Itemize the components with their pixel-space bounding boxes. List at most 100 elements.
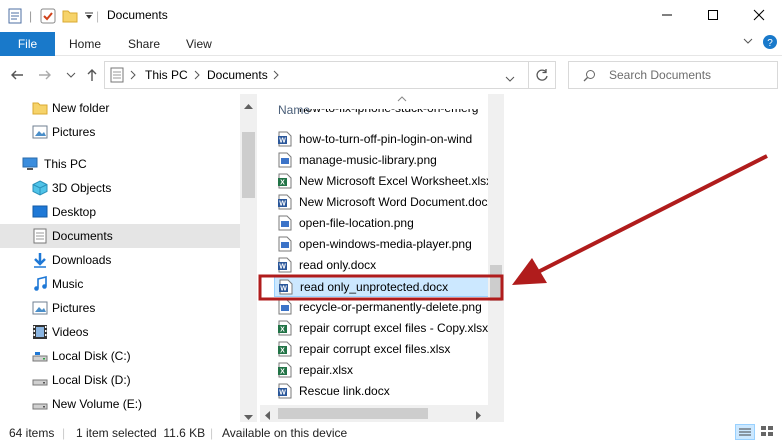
file-list-hscrollbar[interactable] xyxy=(260,405,488,422)
breadcrumb-chevron-icon[interactable] xyxy=(130,69,136,83)
nav-item-label: Local Disk (D:) xyxy=(52,373,131,387)
nav-item-new-volume-e[interactable]: New Volume (E:) xyxy=(0,392,240,416)
pictures-icon xyxy=(32,124,48,140)
file-list-scrollbar[interactable] xyxy=(488,94,504,422)
details-view-button[interactable] xyxy=(735,424,755,440)
recent-locations-button[interactable] xyxy=(62,65,80,85)
minimize-icon xyxy=(662,14,672,16)
minimize-button[interactable] xyxy=(644,0,690,30)
nav-item-local-disk-c[interactable]: Local Disk (C:) xyxy=(0,344,240,368)
maximize-icon xyxy=(708,10,718,20)
list-item[interactable]: Wread only.docx xyxy=(274,255,490,276)
nav-item-documents[interactable]: Documents xyxy=(0,224,240,248)
excel-sheet-icon: X xyxy=(278,362,292,378)
nav-item-pictures[interactable]: Pictures xyxy=(0,120,240,144)
breadcrumb-chevron-icon[interactable] xyxy=(273,69,279,83)
scroll-left-icon[interactable] xyxy=(264,409,270,423)
up-button[interactable] xyxy=(83,65,101,85)
nav-item-new-folder[interactable]: New folder xyxy=(0,96,240,120)
nav-scroll-thumb[interactable] xyxy=(242,132,255,198)
help-icon[interactable]: ? xyxy=(762,34,778,53)
word-doc-icon: W xyxy=(278,257,292,273)
breadcrumb-chevron-icon[interactable] xyxy=(194,69,200,83)
word-doc-icon: W xyxy=(278,194,292,210)
maximize-button[interactable] xyxy=(690,0,736,30)
expand-ribbon-icon[interactable] xyxy=(742,35,754,50)
list-item[interactable]: W Rescue link.docx xyxy=(274,381,490,402)
large-icons-view-icon xyxy=(761,426,773,436)
nav-item-label: Desktop xyxy=(52,205,97,219)
customize-toolbar-icon[interactable] xyxy=(84,6,94,26)
refresh-button[interactable] xyxy=(529,61,556,89)
3d-objects-icon xyxy=(32,180,48,196)
list-item[interactable]: open-windows-media-player.png xyxy=(274,234,490,255)
nav-item-downloads[interactable]: Downloads xyxy=(0,248,240,272)
navigation-pane: New folder Pictures This PC 3D Objects D… xyxy=(0,94,258,422)
pointer-arrow xyxy=(537,154,768,274)
list-item[interactable]: Xrepair corrupt excel files.xlsx xyxy=(274,339,490,360)
checklist-icon[interactable] xyxy=(40,6,56,26)
png-image-icon xyxy=(278,236,292,252)
list-item[interactable]: Xrepair.xlsx xyxy=(274,360,490,381)
nav-item-videos[interactable]: Videos xyxy=(0,320,240,344)
hscroll-thumb[interactable] xyxy=(278,408,428,419)
tab-home[interactable]: Home xyxy=(69,37,101,51)
excel-sheet-icon: X xyxy=(278,320,292,336)
svg-text:W: W xyxy=(280,286,287,293)
scroll-up-icon[interactable] xyxy=(244,98,253,112)
nav-item-local-disk-d[interactable]: Local Disk (D:) xyxy=(0,368,240,392)
tab-share[interactable]: Share xyxy=(128,37,160,51)
tab-view[interactable]: View xyxy=(186,37,212,51)
nav-item-desktop[interactable]: Desktop xyxy=(0,200,240,224)
window-title: Documents xyxy=(107,8,168,22)
pictures-icon xyxy=(32,300,48,316)
word-doc-icon: W xyxy=(278,131,292,147)
svg-text:W: W xyxy=(279,390,286,397)
png-image-icon xyxy=(278,215,292,231)
file-scroll-thumb[interactable] xyxy=(490,265,502,301)
list-item-partial[interactable]: how-to-fix-iphone-stuck-on-emerg xyxy=(274,109,490,117)
file-name: open-windows-media-player.png xyxy=(299,237,472,251)
nav-scrollbar[interactable] xyxy=(240,94,257,422)
nav-item-pictures-2[interactable]: Pictures xyxy=(0,296,240,320)
search-placeholder: Search Documents xyxy=(609,68,712,82)
list-item[interactable]: X New Microsoft Excel Worksheet.xlsx xyxy=(274,171,491,192)
breadcrumb-documents[interactable]: Documents xyxy=(207,68,268,82)
availability-status: Available on this device xyxy=(222,426,348,440)
scroll-right-icon[interactable] xyxy=(476,409,482,423)
nav-item-music[interactable]: Music xyxy=(0,272,240,296)
list-item[interactable]: Whow-to-turn-off-pin-login-on-wind xyxy=(274,129,490,150)
list-item-selected[interactable]: Wread only_unprotected.docx xyxy=(274,276,490,297)
nav-item-label: Videos xyxy=(52,325,89,339)
ribbon-tabs: File Home Share View ? xyxy=(0,32,782,56)
list-item[interactable]: recycle-or-permanently-delete.png xyxy=(274,297,490,318)
downloads-icon xyxy=(32,252,48,268)
list-item[interactable]: manage-music-library.png xyxy=(274,150,490,171)
drive-icon xyxy=(32,396,48,412)
tab-file[interactable]: File xyxy=(0,32,55,56)
nav-item-this-pc[interactable]: This PC xyxy=(0,152,240,176)
status-bar: 64 items | 1 item selected 11.6 KB | Ava… xyxy=(0,422,782,441)
nav-item-3d-objects[interactable]: 3D Objects xyxy=(0,176,240,200)
breadcrumb-this-pc[interactable]: This PC xyxy=(145,68,188,82)
address-history-icon[interactable] xyxy=(505,72,515,86)
nav-item-label: Downloads xyxy=(52,253,112,267)
item-count: 64 items xyxy=(9,426,55,440)
close-button[interactable] xyxy=(736,0,782,30)
address-bar[interactable]: This PC Documents xyxy=(104,61,529,89)
new-folder-icon[interactable] xyxy=(62,6,78,26)
forward-button[interactable] xyxy=(36,65,54,85)
properties-icon[interactable] xyxy=(8,6,22,26)
search-input[interactable]: Search Documents xyxy=(568,61,778,89)
large-icons-view-button[interactable] xyxy=(758,424,778,440)
svg-text:W: W xyxy=(279,201,286,208)
nav-item-label: Pictures xyxy=(52,301,96,315)
forward-arrow-icon xyxy=(39,70,51,80)
refresh-icon xyxy=(536,69,548,81)
list-item[interactable]: W New Microsoft Word Document.docx xyxy=(274,192,491,213)
list-item[interactable]: Xrepair corrupt excel files - Copy.xlsx xyxy=(274,318,490,339)
back-button[interactable] xyxy=(8,65,26,85)
nav-item-label: 3D Objects xyxy=(52,181,112,195)
list-item[interactable]: open-file-location.png xyxy=(274,213,490,234)
svg-text:W: W xyxy=(279,264,286,271)
